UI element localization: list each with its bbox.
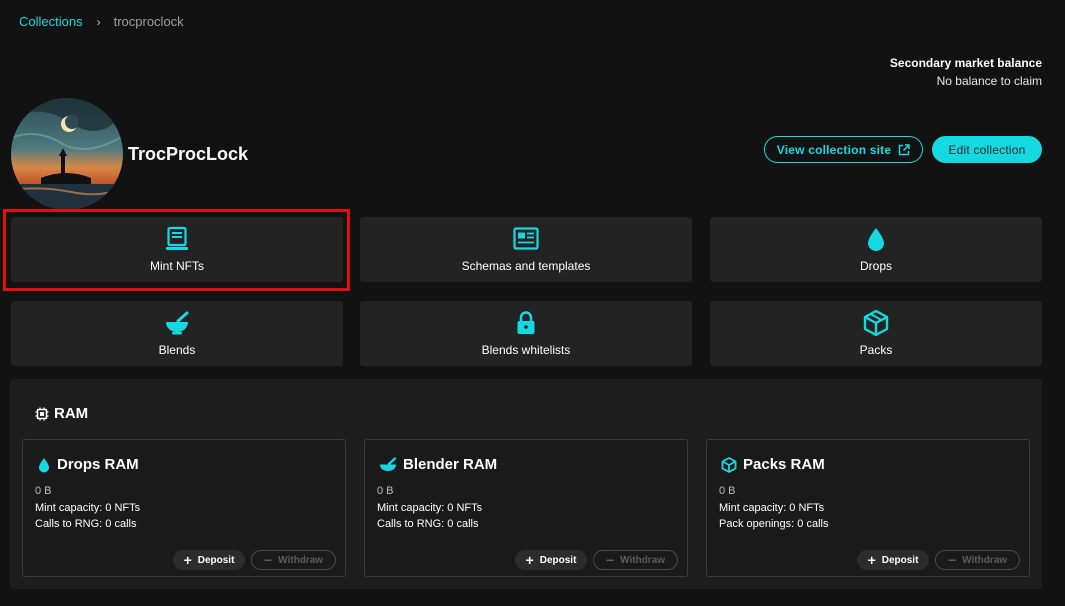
ram-title: RAM xyxy=(35,405,88,422)
balance-title: Secondary market balance xyxy=(889,56,1042,70)
minus-icon: − xyxy=(605,552,615,568)
packs-ram-bytes: 0 B xyxy=(719,485,736,497)
droplet-icon xyxy=(868,228,884,251)
chip-icon xyxy=(35,407,49,420)
packs-ram-card: Packs RAM 0 B Mint capacity: 0 NFTs Pack… xyxy=(706,439,1030,577)
packs-deposit-label: Deposit xyxy=(881,554,919,566)
tile-packs-label: Packs xyxy=(859,343,893,357)
packs-withdraw-button[interactable]: − Withdraw xyxy=(935,550,1020,570)
external-link-icon xyxy=(898,143,910,155)
plus-icon: + xyxy=(183,552,192,568)
ram-panel: RAM Drops RAM 0 B Mint capacity: 0 NFTs … xyxy=(10,379,1042,589)
tile-blends-whitelists[interactable]: Blends whitelists xyxy=(360,301,692,366)
blender-ram-rng-calls: Calls to RNG: 0 calls xyxy=(377,518,479,530)
tile-schemas-templates-label: Schemas and templates xyxy=(461,259,591,273)
tile-blends-whitelists-label: Blends whitelists xyxy=(481,343,571,357)
breadcrumb-collections-link[interactable]: Collections xyxy=(19,14,83,29)
drops-ram-bytes: 0 B xyxy=(35,485,52,497)
packs-ram-details: 0 B Mint capacity: 0 NFTs Pack openings:… xyxy=(719,483,828,533)
secondary-market-balance: Secondary market balance No balance to c… xyxy=(890,54,1042,90)
blender-deposit-button[interactable]: + Deposit xyxy=(515,550,587,570)
drops-ram-card: Drops RAM 0 B Mint capacity: 0 NFTs Call… xyxy=(22,439,346,577)
minus-icon: − xyxy=(263,552,273,568)
blender-ram-title: Blender RAM xyxy=(379,456,497,473)
blender-withdraw-button[interactable]: − Withdraw xyxy=(593,550,678,570)
box-icon xyxy=(721,456,737,473)
packs-deposit-button[interactable]: + Deposit xyxy=(857,550,929,570)
droplet-icon xyxy=(39,457,49,472)
drops-ram-details: 0 B Mint capacity: 0 NFTs Calls to RNG: … xyxy=(35,483,140,533)
mortar-pestle-icon xyxy=(380,456,397,471)
blender-ram-card: Blender RAM 0 B Mint capacity: 0 NFTs Ca… xyxy=(364,439,688,577)
chevron-right-icon: › xyxy=(96,14,101,29)
tile-drops-label: Drops xyxy=(859,259,892,273)
blender-deposit-label: Deposit xyxy=(539,554,577,566)
plus-icon: + xyxy=(525,552,534,568)
view-collection-site-label: View collection site xyxy=(776,142,892,157)
minus-icon: − xyxy=(947,552,957,568)
tile-mint-nfts[interactable]: Mint NFTs xyxy=(11,217,343,282)
balance-value: No balance to claim xyxy=(936,74,1042,88)
ram-title-label: RAM xyxy=(54,405,89,422)
drops-deposit-label: Deposit xyxy=(197,554,235,566)
breadcrumb-current: trocproclock xyxy=(113,14,184,29)
mortar-pestle-icon xyxy=(166,311,189,335)
tile-blends-label: Blends xyxy=(158,343,196,357)
lock-icon xyxy=(517,311,535,334)
box-icon xyxy=(863,309,889,337)
view-collection-site-button[interactable]: View collection site xyxy=(764,136,923,163)
packs-ram-mint-capacity: Mint capacity: 0 NFTs xyxy=(719,501,825,514)
plus-icon: + xyxy=(867,552,876,568)
tile-schemas-templates[interactable]: Schemas and templates xyxy=(360,217,692,282)
packs-ram-title-label: Packs RAM xyxy=(743,456,825,473)
tile-mint-nfts-label: Mint NFTs xyxy=(150,259,204,273)
edit-collection-button[interactable]: Edit collection xyxy=(932,136,1042,163)
blender-ram-mint-capacity: Mint capacity: 0 NFTs xyxy=(377,501,483,514)
drops-withdraw-label: Withdraw xyxy=(278,554,324,566)
drops-ram-rng-calls: Calls to RNG: 0 calls xyxy=(35,518,137,530)
blender-ram-title-label: Blender RAM xyxy=(403,456,498,473)
drops-ram-title-label: Drops RAM xyxy=(57,456,139,473)
newspaper-icon xyxy=(513,227,539,250)
drops-ram-mint-capacity: Mint capacity: 0 NFTs xyxy=(35,501,141,514)
tile-blends[interactable]: Blends xyxy=(11,301,343,366)
packs-withdraw-label: Withdraw xyxy=(962,554,1008,566)
collection-avatar xyxy=(11,98,123,210)
blender-ram-bytes: 0 B xyxy=(377,485,394,497)
drops-ram-title: Drops RAM xyxy=(37,456,139,473)
tile-packs[interactable]: Packs xyxy=(710,301,1042,366)
packs-ram-openings: Pack openings: 0 calls xyxy=(719,518,829,530)
tile-drops[interactable]: Drops xyxy=(710,217,1042,282)
drops-withdraw-button[interactable]: − Withdraw xyxy=(251,550,336,570)
tablet-icon xyxy=(166,226,188,250)
drops-deposit-button[interactable]: + Deposit xyxy=(173,550,245,570)
packs-ram-title: Packs RAM xyxy=(721,456,825,473)
breadcrumb: Collections › trocproclock xyxy=(19,14,184,29)
collection-name: TrocProcLock xyxy=(128,144,249,164)
blender-withdraw-label: Withdraw xyxy=(620,554,666,566)
blender-ram-details: 0 B Mint capacity: 0 NFTs Calls to RNG: … xyxy=(377,483,482,533)
